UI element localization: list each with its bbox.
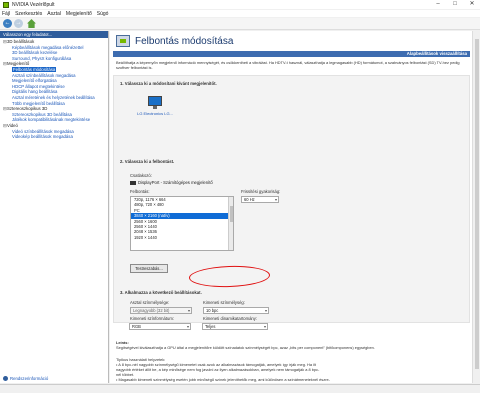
menu-help[interactable]: Súgó — [97, 11, 109, 17]
restore-defaults-link[interactable]: Alapbeállítások visszaállítása — [407, 51, 467, 57]
tree-item-label: HDCP állapot megtekintése — [12, 83, 65, 89]
tree-item[interactable]: Videokép beállítások megadása — [0, 134, 108, 140]
forward-icon[interactable]: → — [14, 19, 23, 28]
tree-item-label: Sztereoszkopikus 3D beállítása — [12, 111, 72, 117]
tree-item-label: Több megjelenítő beállítása — [12, 100, 65, 106]
section1-title: 1. Válassza ki a módosítani kívánt megje… — [120, 81, 217, 86]
toolbar: ← → — [0, 18, 480, 30]
output-depth-select[interactable]: 10 bpc ▾ — [203, 307, 269, 314]
page-header: Felbontás módosítása — [110, 31, 472, 51]
close-icon[interactable]: ✕ — [464, 0, 480, 9]
output-format-value: RGB — [132, 324, 141, 329]
refresh-rate-label: Frissítési gyakoriság: — [241, 189, 281, 194]
tree-item-label: 3D beállítások kezelése — [12, 50, 58, 56]
home-icon[interactable] — [27, 19, 36, 28]
tree-item-label: Videokép beállítások megadása — [12, 134, 73, 140]
header-bar: Alapbeállítások visszaállítása — [113, 51, 470, 57]
connector-value: DisplayPort - Számítógépes megjelenítő — [130, 180, 213, 185]
tree-item-label: Asztali színbeállítások megadása — [12, 72, 76, 78]
displayport-icon — [130, 180, 136, 185]
content-scrollbar[interactable] — [472, 31, 480, 383]
task-tree: ⊟3D beállítások Képbeállítások megadása e… — [0, 38, 108, 140]
chevron-down-icon: ▾ — [264, 308, 267, 313]
section3-title: 3. Alkalmazza a következő beállításokat. — [120, 290, 202, 295]
chevron-down-icon: ▾ — [187, 308, 190, 313]
task-panel-header: Válasszon egy feladatot... — [0, 31, 108, 38]
maximize-icon[interactable]: □ — [447, 0, 463, 9]
content-pane: Felbontás módosítása Alapbeállítások vis… — [110, 31, 480, 383]
desktop-depth-select[interactable]: Legnagyobb (32 bit) ▾ — [130, 307, 192, 314]
intro-text: Beállíthatja a képernyőn megjelenő infor… — [116, 60, 460, 70]
tree-item-label: Játékok kompatibilitásának megtekintése — [12, 117, 91, 123]
back-icon[interactable]: ← — [3, 19, 12, 28]
chevron-down-icon: ▾ — [263, 324, 266, 329]
scenarios-list: • A 8 bpc-nél nagyobb színmélységű kimen… — [116, 362, 466, 383]
display-item[interactable]: LG Electronics LG... — [134, 96, 176, 116]
output-depth-label: Kimeneti színmélység: — [203, 300, 245, 305]
tree-item-label: Felbontás módosítása — [12, 66, 57, 72]
tree-item-label: 3D beállítások — [7, 39, 35, 44]
tree-item-label: Videó színbeállítások megadása — [12, 128, 74, 134]
section2-title: 2. Válassza ki a felbontást. — [120, 159, 175, 164]
tree-item-label: Képbeállítások megadása előnézettel — [12, 44, 84, 50]
dynamic-range-label: Kimeneti dinamikatartomány: — [203, 316, 257, 321]
tree-item-label: Megjelenítő — [7, 61, 30, 67]
menu-bar: Fájl Szerkesztés Asztal Megjelenítő Súgó — [0, 10, 480, 17]
content-scrollbar-thumb[interactable] — [475, 39, 479, 369]
refresh-rate-select[interactable]: 60 Hz ▾ — [241, 196, 279, 203]
output-format-label: Kimeneti színformátum: — [130, 316, 174, 321]
status-bar — [0, 384, 480, 393]
minimize-icon[interactable]: – — [430, 0, 446, 9]
display-name: LG Electronics LG... — [137, 111, 173, 116]
menu-display[interactable]: Megjelenítő — [66, 11, 92, 17]
resolution-list[interactable]: 720p, 1176 × 664 480p, 720 × 480 PC 3840 × … — [130, 196, 234, 251]
resolution-options: 720p, 1176 × 664 480p, 720 × 480 PC 3840 × … — [131, 197, 233, 240]
tree-item-label: Surround, PhysX konfigurálása — [12, 55, 72, 61]
menu-edit[interactable]: Szerkesztés — [15, 11, 42, 17]
task-panel: Válasszon egy feladatot... ⊟3D beállítás… — [0, 31, 109, 383]
scrollbar-thumb[interactable] — [230, 206, 233, 222]
menu-desktop[interactable]: Asztal — [47, 11, 61, 17]
refresh-rate-value: 60 Hz — [244, 197, 255, 202]
connector-label: Csatlakozó: — [130, 173, 152, 178]
connector-text: DisplayPort - Számítógépes megjelenítő — [138, 180, 213, 185]
tree-item-label: Videó — [7, 122, 18, 128]
desktop-depth-label: Asztal színmélysége: — [130, 300, 170, 305]
info-icon — [3, 376, 8, 381]
title-bar: NVIDIA Vezérlőpult – □ ✕ — [0, 0, 480, 9]
resolution-option[interactable]: 1920 × 1440 — [131, 235, 233, 240]
resolution-scrollbar[interactable] — [228, 197, 233, 250]
description: Leírás: Segítségével kiválaszthatja a GP… — [116, 340, 466, 350]
dynamic-range-select[interactable]: Teljes ▾ — [202, 323, 268, 330]
settings-panel: 1. Válassza ki a módosítani kívánt megje… — [113, 75, 470, 323]
tree-item-label: Megjelenítő elforgatása — [12, 78, 57, 84]
system-info-link[interactable]: Rendszerinformáció — [3, 376, 48, 381]
customize-button[interactable]: Testreszabás... — [130, 264, 168, 273]
menu-file[interactable]: Fájl — [2, 11, 10, 17]
nvidia-icon — [3, 1, 9, 8]
resolution-label: Felbontás: — [130, 189, 150, 194]
page-title: Felbontás módosítása — [135, 35, 234, 47]
monitor-icon — [148, 96, 162, 109]
output-format-select[interactable]: RGB ▾ — [129, 323, 191, 330]
tree-item-label: Sztereoszkopikus 3D — [7, 106, 48, 112]
usage-scenarios: Tipikus használati helyzetek: • A 8 bpc-… — [116, 357, 466, 383]
desktop-depth-value: Legnagyobb (32 bit) — [133, 308, 170, 313]
tree-item-label: Digitális hang beállítása — [12, 89, 58, 95]
chevron-down-icon: ▾ — [186, 324, 189, 329]
output-depth-value: 10 bpc — [206, 308, 219, 313]
description-text: Segítségével kiválaszthatja a GPU által … — [116, 345, 375, 350]
dynamic-range-value: Teljes — [205, 324, 216, 329]
system-info-label: Rendszerinformáció — [10, 376, 49, 381]
tree-item-label: Asztal méretének és helyzetének beállítá… — [12, 94, 95, 100]
chevron-down-icon: ▾ — [274, 197, 277, 202]
display-settings-icon — [116, 35, 130, 47]
window-title: NVIDIA Vezérlőpult — [12, 1, 55, 8]
